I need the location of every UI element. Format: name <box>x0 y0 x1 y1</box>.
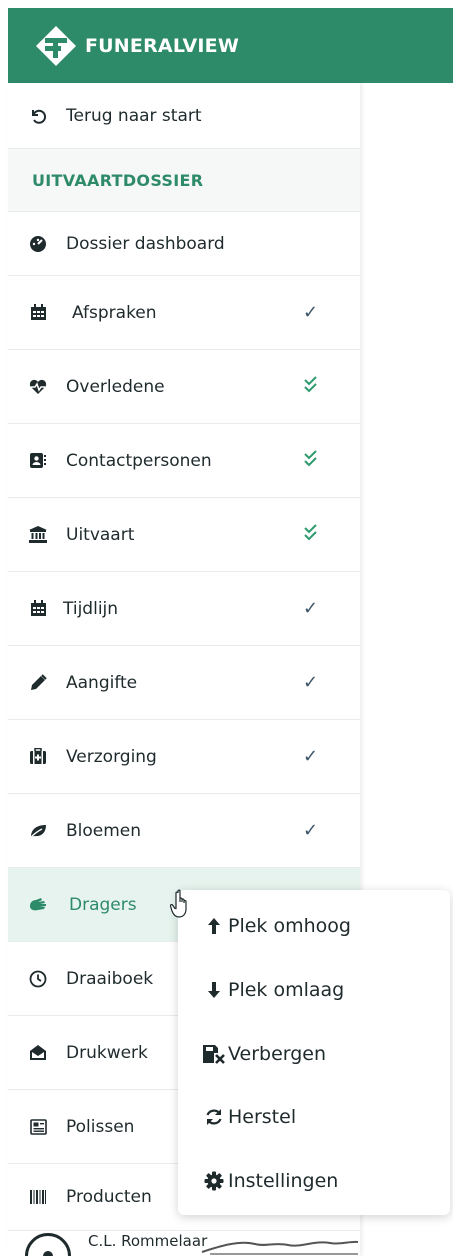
sync-icon <box>201 1104 227 1130</box>
menu-item-plek-omlaag[interactable]: Plek omlaag <box>178 962 450 1018</box>
menu-item-label: Plek omhoog <box>228 915 351 937</box>
sidebar-item-label: Aangifte <box>66 672 138 693</box>
sidebar-item-label: Contactpersonen <box>66 450 212 471</box>
sidebar-item-label: Bloemen <box>66 820 142 841</box>
sidebar-item-label: Dossier dashboard <box>66 233 225 254</box>
heartbeat-icon <box>27 376 49 398</box>
menu-item-label: Plek omlaag <box>228 979 345 1001</box>
menu-item-plek-omhoog[interactable]: Plek omhoog <box>178 898 450 954</box>
sidebar-item-label: Overledene <box>66 376 165 397</box>
sidebar-item-label: Drukwerk <box>66 1042 148 1063</box>
check-icon: ✓ <box>303 672 319 693</box>
sidebar-item-afspraken[interactable]: Afspraken ✓ <box>8 276 360 350</box>
sidebar-item-label: Verzorging <box>66 746 157 767</box>
sidebar-item-label: Dragers <box>69 894 137 915</box>
sidebar-item-uitvaart[interactable]: Uitvaart <box>8 498 360 572</box>
undo-icon <box>27 105 49 127</box>
leaf-icon <box>27 820 49 842</box>
back-to-start-label: Terug naar start <box>66 105 202 126</box>
sidebar-item-bloemen[interactable]: Bloemen ✓ <box>8 794 360 868</box>
sidebar-item-aangifte[interactable]: Aangifte ✓ <box>8 646 360 720</box>
hands-icon <box>27 894 49 916</box>
arrow-up-icon <box>201 913 227 939</box>
calendar-icon <box>27 598 49 620</box>
check-icon: ✓ <box>303 746 319 767</box>
newspaper-icon <box>27 1116 49 1138</box>
clock-icon <box>27 968 49 990</box>
menu-item-instellingen[interactable]: Instellingen <box>178 1153 450 1209</box>
address-book-icon <box>27 450 49 472</box>
check-icon: ✓ <box>303 598 319 619</box>
gear-icon <box>201 1168 227 1194</box>
double-check-icon <box>303 375 323 398</box>
landmark-icon <box>27 524 49 546</box>
app-header: FUNERALVIEW <box>8 8 453 83</box>
funeralview-logo-icon[interactable] <box>35 25 77 67</box>
check-icon: ✓ <box>303 820 319 841</box>
sidebar-item-label: Afspraken <box>72 302 157 323</box>
menu-item-label: Instellingen <box>228 1170 339 1192</box>
sidebar-item-label: Uitvaart <box>66 524 135 545</box>
dashboard-icon <box>27 233 49 255</box>
arrow-down-icon <box>201 977 227 1003</box>
sidebar-item-label: Producten <box>66 1187 152 1207</box>
calendar-icon <box>27 302 49 324</box>
context-menu: Plek omhoog Plek omlaag Verbergen Herste… <box>178 890 450 1215</box>
sidebar-item-label: Polissen <box>66 1116 135 1137</box>
hand-pointer-icon <box>170 889 187 918</box>
back-to-start-link[interactable]: Terug naar start <box>8 83 360 149</box>
sidebar-item-dossier-dashboard[interactable]: Dossier dashboard <box>8 212 360 276</box>
signature-scribble <box>201 1240 359 1255</box>
avatar[interactable] <box>25 1233 71 1256</box>
pencil-icon <box>27 672 49 694</box>
barcode-icon <box>27 1186 49 1208</box>
first-aid-icon <box>27 746 49 768</box>
sidebar-item-contactpersonen[interactable]: Contactpersonen <box>8 424 360 498</box>
menu-item-label: Verbergen <box>228 1043 327 1065</box>
save-remove-icon <box>201 1041 227 1067</box>
menu-item-herstel[interactable]: Herstel <box>178 1089 450 1145</box>
sidebar-item-tijdlijn[interactable]: Tijdlijn ✓ <box>8 572 360 646</box>
section-header-uitvaartdossier: UITVAARTDOSSIER <box>8 149 360 212</box>
user-name: C.L. Rommelaar <box>88 1232 208 1250</box>
section-title: UITVAARTDOSSIER <box>32 170 204 190</box>
sidebar-item-label: Draaiboek <box>66 968 154 989</box>
double-check-icon <box>303 523 323 546</box>
brand-name: FUNERALVIEW <box>85 34 240 57</box>
envelope-open-icon <box>27 1042 49 1064</box>
menu-item-label: Herstel <box>228 1106 297 1128</box>
sidebar-item-verzorging[interactable]: Verzorging ✓ <box>8 720 360 794</box>
check-icon: ✓ <box>303 302 319 323</box>
sidebar-item-label: Tijdlijn <box>63 598 119 619</box>
sidebar-item-overledene[interactable]: Overledene <box>8 350 360 424</box>
menu-item-verbergen[interactable]: Verbergen <box>178 1026 450 1082</box>
double-check-icon <box>303 449 323 472</box>
